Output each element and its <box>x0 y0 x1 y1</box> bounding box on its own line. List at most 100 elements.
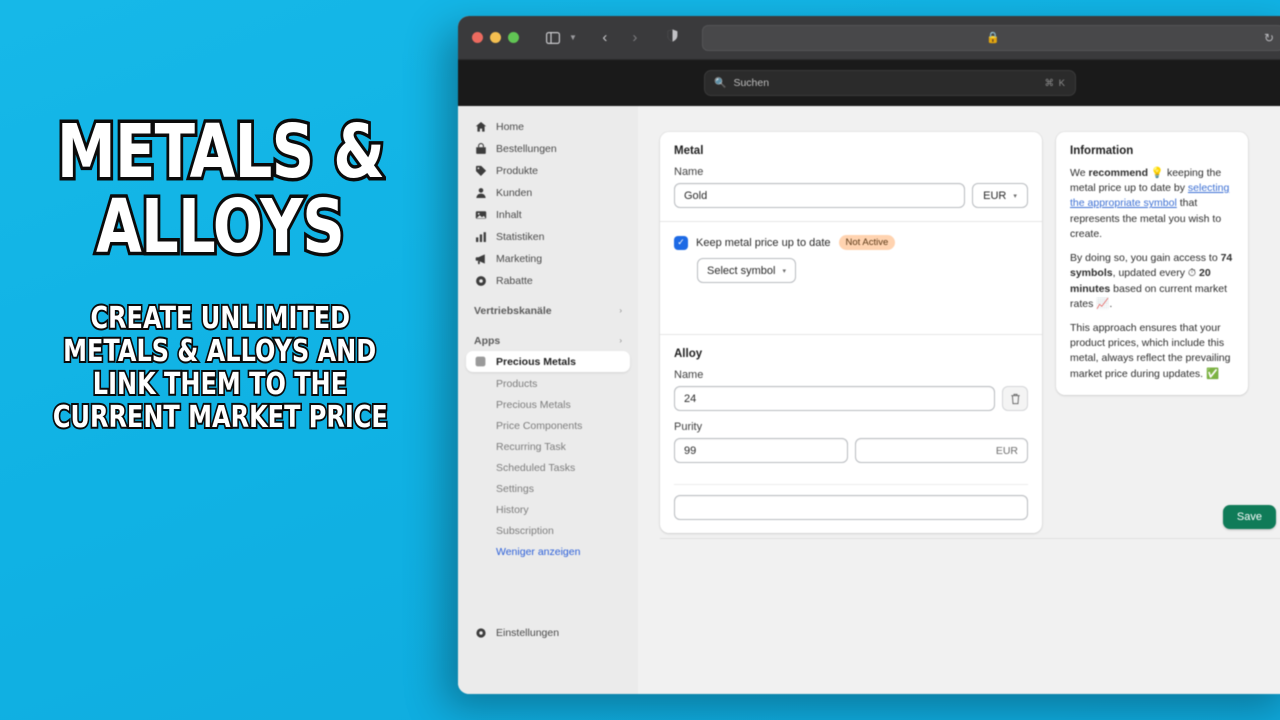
promo-sub-line-4: current market price <box>51 399 389 435</box>
search-shortcut-hint: ⌘ K <box>1044 77 1066 89</box>
promo-sub-line-1: Create unlimited <box>89 300 352 336</box>
keep-price-updated-label: Keep metal price up to date <box>696 236 831 249</box>
lock-icon: 🔒 <box>986 32 1000 44</box>
sidebar-item-rabatte[interactable]: Rabatte <box>466 270 630 291</box>
sidebar-toggle-icon[interactable] <box>543 29 563 47</box>
save-button[interactable]: Save <box>1222 505 1276 529</box>
close-window-button[interactable] <box>472 32 483 43</box>
sidebar-subitem-scheduled-tasks[interactable]: Scheduled Tasks <box>466 457 630 478</box>
browser-window: ▼ ‹ › 🔒 ↻ 🔍 Suchen ⌘ K Home Bestellungen… <box>458 16 1280 694</box>
zoom-window-button[interactable] <box>508 32 519 43</box>
sidebar-item-bestellungen[interactable]: Bestellungen <box>466 138 630 159</box>
sidebar-item-label: Kunden <box>496 186 533 199</box>
global-search-placeholder: Suchen <box>733 77 770 89</box>
metal-section: Metal Name Gold EUR ▾ <box>660 132 1042 221</box>
information-title: Information <box>1070 145 1134 157</box>
info-p1-bold: recommend <box>1088 167 1149 179</box>
content-divider <box>660 538 1280 539</box>
marketing-megaphone-icon <box>474 252 487 265</box>
discount-gear-icon <box>474 274 487 287</box>
back-button[interactable]: ‹ <box>595 29 615 47</box>
sidebar-subitem-precious-metals[interactable]: Precious Metals <box>466 394 630 415</box>
sidebar-item-inhalt[interactable]: Inhalt <box>466 204 630 225</box>
alloy-extra-input[interactable] <box>674 495 1028 520</box>
sidebar-item-label: Produkte <box>496 164 539 177</box>
symbol-select-wrapper: Select symbol ▾ <box>674 258 1028 283</box>
orders-bag-icon <box>474 142 487 155</box>
sidebar-item-label: Inhalt <box>496 208 522 221</box>
app-topbar: 🔍 Suchen ⌘ K <box>458 60 1280 106</box>
sidebar-group-apps[interactable]: Apps › <box>466 330 630 351</box>
information-paragraph-2: By doing so, you gain access to 74 symbo… <box>1070 251 1234 312</box>
sidebar-item-home[interactable]: Home <box>466 116 630 137</box>
minimize-window-button[interactable] <box>490 32 501 43</box>
alloy-name-input[interactable]: 24 <box>674 386 995 411</box>
sidebar-item-einstellungen[interactable]: Einstellungen <box>466 622 630 643</box>
information-paragraph-1: We recommend 💡 keeping the metal price u… <box>1070 166 1234 242</box>
sidebar-subitem-products[interactable]: Products <box>466 373 630 394</box>
metal-card: Metal Name Gold EUR ▾ ✓ Keep metal price… <box>660 132 1042 533</box>
sidebar-group-vertriebskanaele[interactable]: Vertriebskanäle › <box>466 300 630 321</box>
sidebar-item-label: Precious Metals <box>496 355 576 368</box>
chevron-down-icon[interactable]: ▼ <box>569 33 577 42</box>
browser-titlebar: ▼ ‹ › 🔒 ↻ <box>458 16 1280 60</box>
currency-value: EUR <box>983 189 1007 202</box>
home-icon <box>474 120 487 133</box>
info-p2-a: By doing so, you gain access to <box>1070 252 1221 265</box>
sidebar-item-produkte[interactable]: Produkte <box>466 160 630 181</box>
customer-person-icon <box>474 186 487 199</box>
alloy-purity-input[interactable]: 99 <box>674 438 848 463</box>
keep-price-updated-row[interactable]: ✓ Keep metal price up to date Not Active <box>674 235 1028 250</box>
information-paragraph-3: This approach ensures that your product … <box>1070 321 1231 380</box>
alloy-premium-input[interactable]: EUR <box>854 438 1028 463</box>
select-symbol-button[interactable]: Select symbol ▾ <box>697 258 796 283</box>
information-card: Information We recommend 💡 keeping the m… <box>1056 132 1248 395</box>
chevron-right-icon[interactable]: › <box>619 336 622 345</box>
sidebar-subitem-history[interactable]: History <box>466 499 630 520</box>
global-search-input[interactable]: 🔍 Suchen ⌘ K <box>704 70 1076 96</box>
info-p1-emoji: 💡 <box>1148 167 1167 179</box>
sidebar-subitem-price-components[interactable]: Price Components <box>466 415 630 436</box>
chevron-down-icon: ▾ <box>782 267 786 275</box>
save-button-wrapper: Save <box>1222 505 1276 529</box>
chevron-down-icon: ▾ <box>1013 192 1017 200</box>
promo-headline-line-1: Metals & <box>54 109 388 195</box>
sidebar-subitem-subscription[interactable]: Subscription <box>466 520 630 541</box>
metal-name-input[interactable]: Gold <box>674 183 965 208</box>
forward-button[interactable]: › <box>625 29 645 47</box>
sidebar-item-marketing[interactable]: Marketing <box>466 248 630 269</box>
gear-icon <box>474 626 487 639</box>
timer-icon: ⏱ <box>1187 267 1200 280</box>
search-icon: 🔍 <box>714 77 727 89</box>
address-bar[interactable]: 🔒 ↻ <box>701 24 1280 51</box>
sidebar-subitem-settings[interactable]: Settings <box>466 478 630 499</box>
sidebar-item-statistiken[interactable]: Statistiken <box>466 226 630 247</box>
promo-stage: Metals & Alloys Create unlimited metals … <box>0 0 1280 720</box>
chevron-right-icon[interactable]: › <box>619 306 622 315</box>
content-image-icon <box>474 208 487 221</box>
sidebar-subitem-recurring-task[interactable]: Recurring Task <box>466 436 630 457</box>
alloy-extra-row <box>674 495 1028 520</box>
sidebar-item-label: Statistiken <box>496 230 545 243</box>
alloy-name-value: 24 <box>684 392 697 405</box>
privacy-shield-icon[interactable] <box>667 28 678 47</box>
currency-select[interactable]: EUR ▾ <box>972 183 1028 208</box>
traffic-lights[interactable] <box>472 32 519 43</box>
sidebar-item-kunden[interactable]: Kunden <box>466 182 630 203</box>
main-content: Metal Name Gold EUR ▾ ✓ Keep metal price… <box>638 106 1280 694</box>
reload-icon[interactable]: ↻ <box>1264 31 1274 45</box>
alloy-purity-row: 99 EUR <box>674 438 1028 463</box>
alloy-purity-value: 99 <box>684 444 697 457</box>
metal-name-value: Gold <box>684 189 708 202</box>
keep-price-updated-checkbox[interactable]: ✓ <box>674 235 688 250</box>
alloy-purity-label: Purity <box>674 421 703 433</box>
delete-alloy-button[interactable] <box>1002 386 1028 411</box>
metal-section-title: Metal <box>674 145 704 157</box>
sidebar-group-label: Vertriebskanäle <box>474 304 552 317</box>
sidebar-item-label: Marketing <box>496 252 543 265</box>
sidebar-item-precious-metals[interactable]: Precious Metals <box>466 351 630 372</box>
show-less-link[interactable]: Weniger anzeigen <box>466 541 630 562</box>
sidebar-item-label: Rabatte <box>496 274 533 287</box>
status-badge: Not Active <box>838 235 896 250</box>
promo-headline-line-2: Alloys <box>93 183 347 270</box>
